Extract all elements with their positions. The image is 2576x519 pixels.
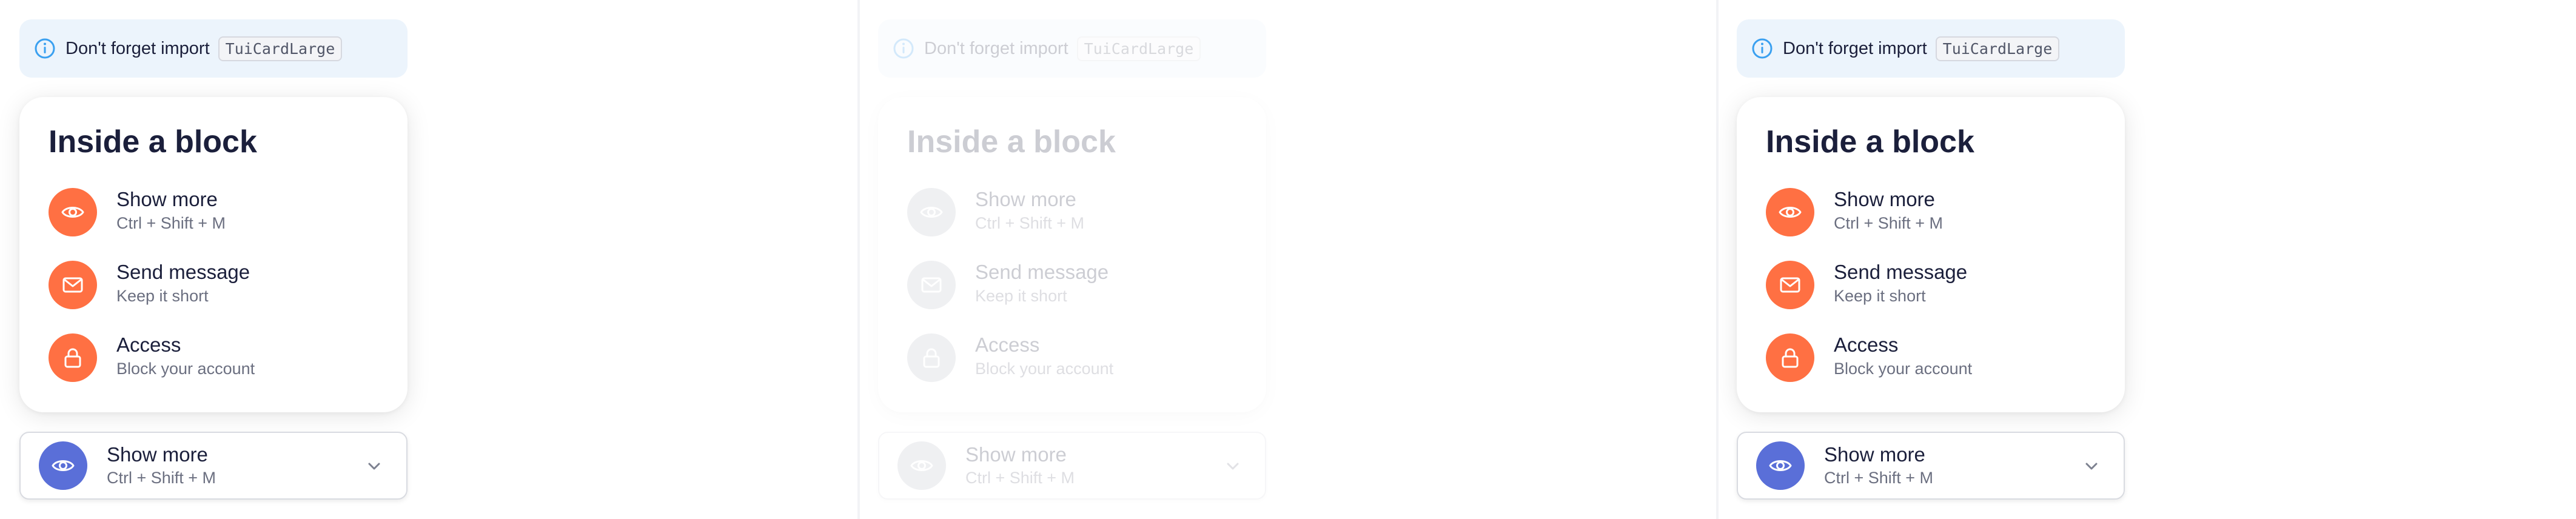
item-subtitle: Keep it short — [975, 287, 1067, 305]
item-title: Access — [1834, 333, 1899, 356]
dropdown-title: Show more — [1824, 443, 1925, 466]
demo-panel-2: Don't forget import TuiCardLarge Inside … — [859, 0, 1717, 519]
dropdown-title: Show more — [107, 443, 208, 466]
item-subtitle: Keep it short — [1834, 287, 1926, 305]
dropdown-subtitle: Ctrl + Shift + M — [107, 469, 216, 487]
item-title: Send message — [1834, 261, 1968, 283]
item-title: Send message — [975, 261, 1109, 283]
code-chip: TuiCardLarge — [1076, 36, 1201, 61]
show-more-dropdown[interactable]: Show more Ctrl + Shift + M — [878, 432, 1266, 500]
card-item-show-more[interactable]: Show more Ctrl + Shift + M — [907, 187, 1247, 247]
notice-text: Don't forget import — [65, 38, 210, 58]
eye-icon — [1766, 188, 1814, 236]
card-item-send-message[interactable]: Send message Keep it short — [1766, 260, 2105, 320]
demo-panel-3: Don't forget import TuiCardLarge Inside … — [1717, 0, 2576, 519]
dropdown-title: Show more — [965, 443, 1067, 466]
info-icon — [1751, 38, 1773, 59]
chevron-down-icon[interactable] — [1223, 456, 1243, 477]
notice-text: Don't forget import — [1783, 38, 1927, 58]
item-title: Access — [116, 333, 181, 356]
card-item-send-message[interactable]: Send message Keep it short — [907, 260, 1247, 320]
import-notice: Don't forget import TuiCardLarge — [19, 19, 408, 78]
card-item-access[interactable]: Access Block your account — [49, 332, 388, 393]
dropdown-subtitle: Ctrl + Shift + M — [965, 469, 1075, 487]
code-chip: TuiCardLarge — [1935, 36, 2060, 61]
item-subtitle: Ctrl + Shift + M — [1834, 214, 1944, 232]
item-subtitle: Block your account — [975, 360, 1114, 378]
item-subtitle: Keep it short — [116, 287, 209, 305]
card-item-access[interactable]: Access Block your account — [1766, 332, 2105, 393]
card-item-show-more[interactable]: Show more Ctrl + Shift + M — [49, 187, 388, 247]
lock-icon — [1766, 333, 1814, 382]
info-icon — [893, 38, 914, 59]
demo-panel-1: Don't forget import TuiCardLarge Inside … — [0, 0, 859, 519]
lock-icon — [49, 333, 97, 382]
inside-block-card: Inside a block Show more Ctrl + Shift + … — [878, 97, 1266, 412]
card-title: Inside a block — [907, 124, 1116, 159]
item-subtitle: Ctrl + Shift + M — [116, 214, 226, 232]
chevron-down-icon[interactable] — [2081, 456, 2102, 477]
chevron-down-icon[interactable] — [364, 456, 384, 477]
card-title: Inside a block — [49, 124, 257, 159]
inside-block-card: Inside a block Show more Ctrl + Shift + … — [19, 97, 408, 412]
info-icon — [34, 38, 56, 59]
import-notice: Don't forget import TuiCardLarge — [1737, 19, 2125, 78]
item-title: Send message — [116, 261, 250, 283]
item-subtitle: Ctrl + Shift + M — [975, 214, 1085, 232]
eye-icon — [1756, 441, 1805, 490]
eye-icon — [49, 188, 97, 236]
eye-icon — [897, 441, 946, 490]
item-title: Show more — [116, 188, 218, 210]
item-subtitle: Block your account — [1834, 360, 1973, 378]
mail-icon — [907, 261, 956, 309]
show-more-dropdown[interactable]: Show more Ctrl + Shift + M — [1737, 432, 2125, 500]
card-item-show-more[interactable]: Show more Ctrl + Shift + M — [1766, 187, 2105, 247]
lock-icon — [907, 333, 956, 382]
item-title: Show more — [975, 188, 1076, 210]
demo-stage: Don't forget import TuiCardLarge Inside … — [0, 0, 2576, 519]
show-more-dropdown[interactable]: Show more Ctrl + Shift + M — [19, 432, 408, 500]
notice-text: Don't forget import — [924, 38, 1068, 58]
card-item-send-message[interactable]: Send message Keep it short — [49, 260, 388, 320]
item-title: Show more — [1834, 188, 1935, 210]
card-title: Inside a block — [1766, 124, 1974, 159]
mail-icon — [1766, 261, 1814, 309]
import-notice: Don't forget import TuiCardLarge — [878, 19, 1266, 78]
eye-icon — [907, 188, 956, 236]
dropdown-subtitle: Ctrl + Shift + M — [1824, 469, 1934, 487]
eye-icon — [39, 441, 87, 490]
mail-icon — [49, 261, 97, 309]
code-chip: TuiCardLarge — [218, 36, 343, 61]
card-item-access[interactable]: Access Block your account — [907, 332, 1247, 393]
inside-block-card: Inside a block Show more Ctrl + Shift + … — [1737, 97, 2125, 412]
item-title: Access — [975, 333, 1040, 356]
item-subtitle: Block your account — [116, 360, 255, 378]
